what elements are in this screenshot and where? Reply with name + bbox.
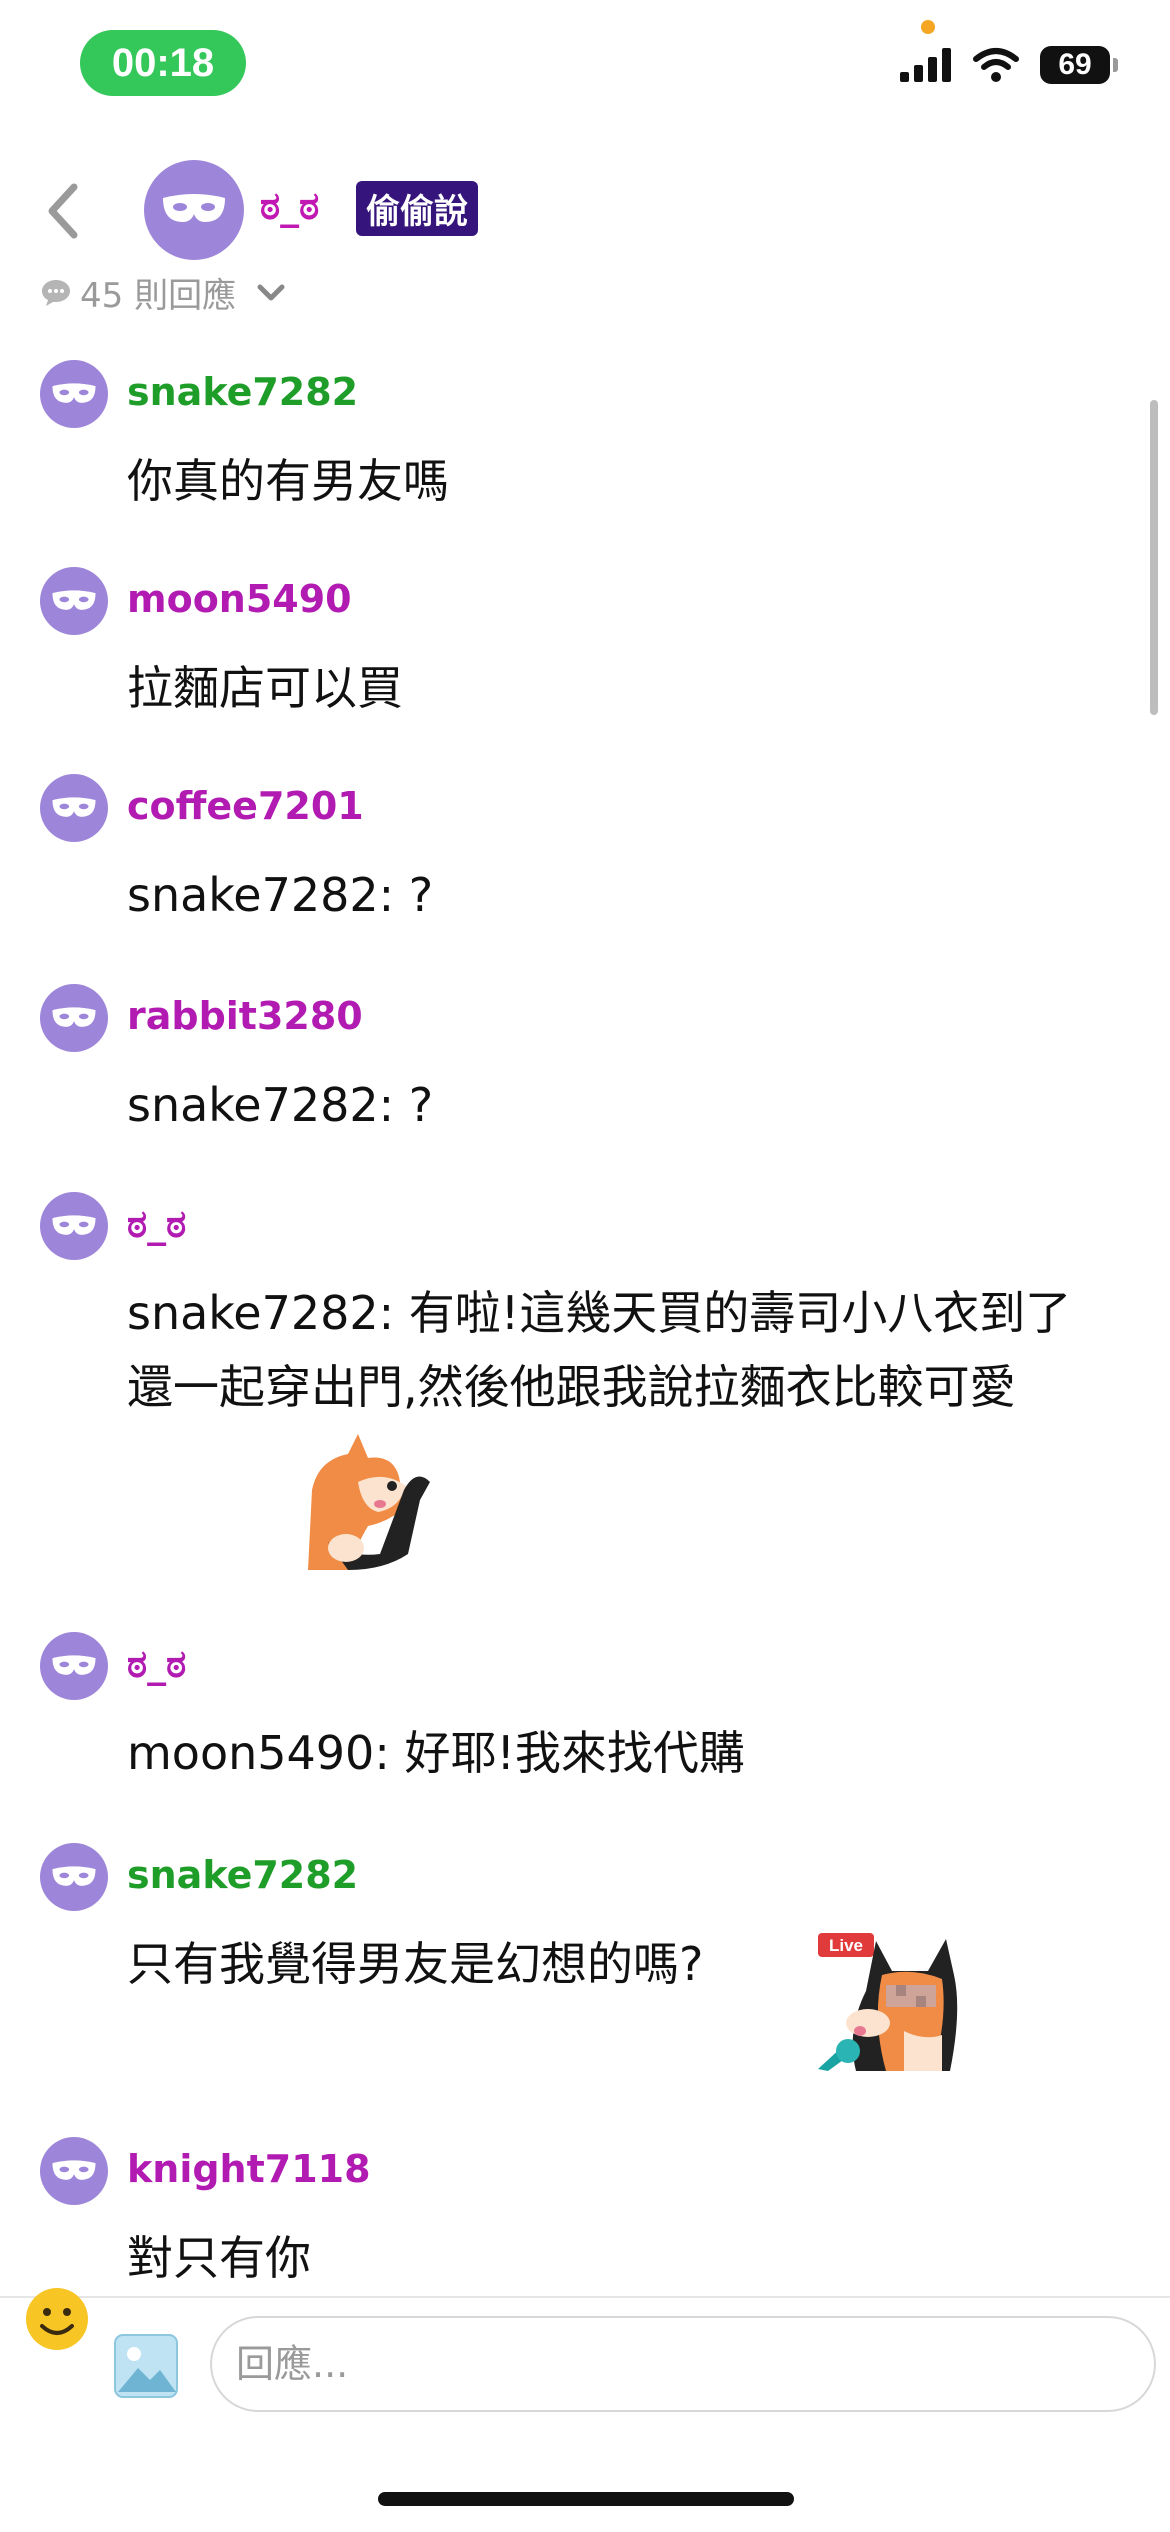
author-name[interactable]: ಠ_ಠ (260, 184, 319, 229)
chevron-left-icon (48, 183, 78, 239)
commenter-avatar[interactable] (40, 984, 108, 1052)
commenter-avatar[interactable] (40, 1843, 108, 1911)
status-icons: 69 (900, 46, 1118, 84)
mask-icon (163, 194, 225, 222)
commenter-name[interactable]: moon5490 (127, 577, 352, 621)
commenter-name[interactable]: snake7282 (127, 1853, 358, 1897)
commenter-avatar[interactable] (40, 1192, 108, 1260)
comment-text: 拉麵店可以買 (127, 661, 403, 715)
privacy-indicator-dot (921, 20, 935, 34)
scrollbar-thumb[interactable] (1150, 400, 1158, 715)
comment-text: snake7282: ? (127, 868, 434, 922)
reply-count-toggle[interactable]: 45 則回應 (40, 268, 286, 317)
live-fox-sticker[interactable]: Live (816, 1931, 962, 2071)
mask-icon (52, 382, 96, 403)
author-avatar[interactable] (144, 160, 244, 260)
commenter-avatar[interactable] (40, 360, 108, 428)
home-indicator[interactable] (378, 2492, 794, 2506)
commenter-avatar[interactable] (40, 774, 108, 842)
mask-icon (52, 1654, 96, 1675)
comment-text: moon5490: 好耶!我來找代購 (127, 1726, 745, 1780)
mask-icon (52, 589, 96, 610)
fox-sticker[interactable] (288, 1430, 436, 1570)
commenter-name[interactable]: ಠ_ಠ (127, 1202, 186, 1247)
commenter-avatar[interactable] (40, 2137, 108, 2205)
back-button[interactable] (38, 176, 88, 246)
comment-text: snake7282: ? (127, 1078, 434, 1132)
commenter-name[interactable]: ಠ_ಠ (127, 1642, 186, 1687)
reply-input[interactable] (210, 2316, 1156, 2412)
mask-icon (52, 1214, 96, 1235)
board-tag[interactable]: 偷偷說 (356, 181, 478, 236)
comment-text: 你真的有男友嗎 (127, 454, 449, 508)
comment-bubble-icon (42, 279, 70, 306)
reply-bar-divider (0, 2296, 1170, 2298)
emoji-icon[interactable] (24, 2286, 90, 2352)
commenter-name[interactable]: snake7282 (127, 370, 358, 414)
commenter-name[interactable]: rabbit3280 (127, 994, 363, 1038)
commenter-avatar[interactable] (40, 567, 108, 635)
reply-count-label: 45 則回應 (80, 276, 237, 316)
commenter-avatar[interactable] (40, 1632, 108, 1700)
live-badge-text: Live (829, 1936, 863, 1955)
image-icon[interactable] (114, 2334, 178, 2398)
mask-icon (52, 796, 96, 817)
comment-text: snake7282: 有啦!這幾天買的壽司小八衣到了還一起穿出門,然後他跟我說拉… (127, 1286, 1072, 1414)
mask-icon (52, 1006, 96, 1027)
comment-text: 只有我覺得男友是幻想的嗎? (127, 1937, 704, 1991)
chevron-down-icon (257, 284, 285, 300)
comment-text: 對只有你 (127, 2231, 311, 2285)
mask-icon (52, 2159, 96, 2180)
mask-icon (52, 1865, 96, 1886)
commenter-name[interactable]: coffee7201 (127, 784, 364, 828)
cellular-signal-icon (900, 48, 951, 82)
battery-indicator: 69 (1040, 46, 1118, 84)
status-time: 00:18 (80, 30, 246, 96)
wifi-icon (973, 48, 1019, 82)
commenter-name[interactable]: knight7118 (127, 2147, 371, 2191)
